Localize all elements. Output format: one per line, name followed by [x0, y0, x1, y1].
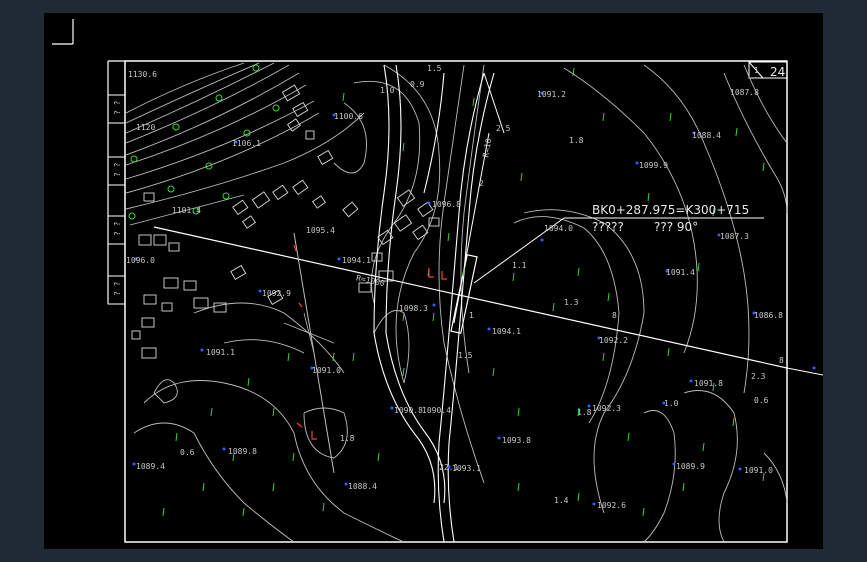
- elev-label: 1090.8: [394, 406, 423, 415]
- elev-label: 1091.8: [694, 379, 723, 388]
- elev-label: 1092.3: [592, 404, 621, 413]
- elev-label: 1093.8: [502, 436, 531, 445]
- elev-label: 1106.1: [232, 139, 261, 148]
- elevation-labels: 1130.6 1120 1106.1 1100.6 1101.4 1096.8 …: [126, 70, 783, 510]
- svg-text:1.4: 1.4: [554, 496, 569, 505]
- sheet-number: 24: [770, 65, 785, 79]
- elev-label: 1130.6: [128, 70, 157, 79]
- elev-label: 1089.4: [136, 462, 165, 471]
- elev-label: 1091.0: [744, 466, 773, 475]
- side-stamp-4: ? ?: [113, 281, 122, 296]
- elev-label: 1091.2: [537, 90, 566, 99]
- road-radius-label: R=10: [481, 138, 493, 159]
- elev-label: 1098.3: [399, 304, 428, 313]
- elev-label: 1092.2: [599, 336, 628, 345]
- svg-text:1.1: 1.1: [512, 261, 527, 270]
- svg-text:0.6: 0.6: [180, 448, 195, 457]
- elev-label: 1099.9: [639, 161, 668, 170]
- elev-label: 1092.9: [262, 289, 291, 298]
- svg-text:1.8: 1.8: [577, 408, 592, 417]
- elev-label: 1094.1: [492, 327, 521, 336]
- side-stamp-2: ? ?: [113, 162, 122, 177]
- elev-label: 1091.4: [666, 268, 695, 277]
- svg-text:8: 8: [779, 356, 784, 365]
- ucs-icon: [52, 19, 74, 45]
- svg-text:1.5: 1.5: [458, 351, 473, 360]
- elev-label: 1120: [136, 123, 155, 132]
- elev-label: 1088.4: [692, 131, 721, 140]
- svg-text:1.5: 1.5: [427, 64, 442, 73]
- svg-text:2: 2: [479, 179, 484, 188]
- elev-label: 1095.4: [306, 226, 335, 235]
- svg-text:1.0: 1.0: [380, 86, 395, 95]
- road-radius-label: R=1000: [355, 273, 385, 288]
- elev-label: 1092.6: [597, 501, 626, 510]
- side-stamp-column: ? ? ? ? ? ? ? ?: [107, 94, 126, 305]
- elev-label: 1096.0: [126, 256, 155, 265]
- svg-text:1: 1: [469, 311, 474, 320]
- elev-label: 1087.3: [720, 232, 749, 241]
- elev-label: 1094.1: [342, 256, 371, 265]
- corner-mark: 1: [754, 66, 759, 75]
- svg-text:1.3: 1.3: [564, 298, 579, 307]
- svg-text:1.8: 1.8: [340, 434, 355, 443]
- elev-label: 1101.4: [172, 206, 201, 215]
- svg-text:1.8: 1.8: [569, 136, 584, 145]
- station-label: BK0+287.975=K300+715: [592, 203, 749, 217]
- elev-label: 1100.6: [334, 112, 363, 121]
- elev-label: 1094.0: [544, 224, 573, 233]
- drawing-viewport[interactable]: ? ? ? ? ? ? ? ? 1 24 1130.6 1120 1106.1 …: [44, 13, 823, 549]
- buildings: [131, 84, 440, 359]
- side-stamp-1: ? ?: [113, 100, 122, 115]
- svg-text:0.6: 0.6: [754, 396, 769, 405]
- elev-label: 1089.8: [228, 447, 257, 456]
- svg-text:1.0: 1.0: [664, 399, 679, 408]
- station-left-text: ?????: [592, 220, 624, 234]
- elev-label: 1091.0: [312, 366, 341, 375]
- elev-label: 1086.8: [754, 311, 783, 320]
- elev-label: 1089.9: [676, 462, 705, 471]
- elev-label: 1087.8: [730, 88, 759, 97]
- cad-drawing-canvas[interactable]: ? ? ? ? ? ? ? ? 1 24 1130.6 1120 1106.1 …: [44, 13, 823, 549]
- svg-text:22.1: 22.1: [439, 463, 458, 472]
- elev-label: 1096.8: [432, 200, 461, 209]
- svg-text:2.3: 2.3: [751, 372, 766, 381]
- svg-text:2.5: 2.5: [496, 124, 511, 133]
- sheet-number-box: 1 24: [748, 61, 788, 79]
- station-right-text: ??? 90°: [654, 220, 698, 234]
- svg-text:0.9: 0.9: [410, 80, 425, 89]
- svg-text:8: 8: [612, 311, 617, 320]
- alignment-line: [153, 72, 823, 474]
- side-stamp-3: ? ?: [113, 221, 122, 236]
- elev-label: 1090.4: [422, 406, 451, 415]
- elev-label: 1088.4: [348, 482, 377, 491]
- elev-label: 1091.1: [206, 348, 235, 357]
